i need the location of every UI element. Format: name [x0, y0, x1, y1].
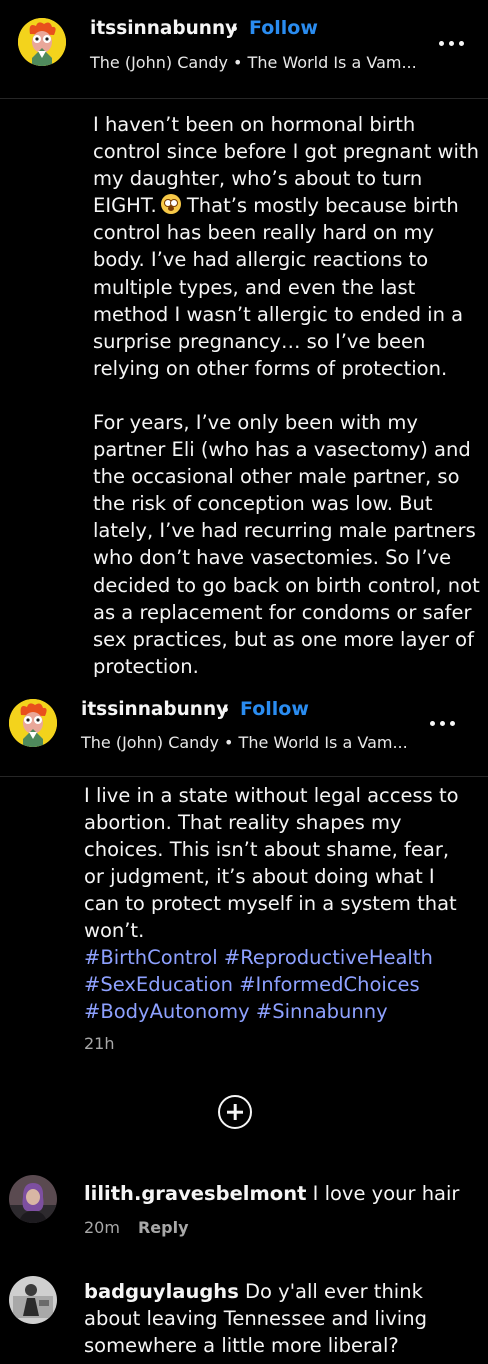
comment-text: badguylaughs Do y'all ever think about l…	[84, 1278, 479, 1359]
hashtag-link[interactable]: #ReproductiveHealth	[224, 946, 433, 969]
post-timestamp: 21h	[84, 1034, 115, 1053]
commenter-avatar[interactable]	[9, 1276, 57, 1324]
comment-text: lilith.gravesbelmont I love your hair	[84, 1180, 479, 1207]
comment-username[interactable]: badguylaughs	[84, 1280, 239, 1303]
hashtag-link[interactable]: #BodyAutonomy	[84, 1000, 250, 1023]
commenter-photo	[9, 1175, 57, 1223]
commenter-avatar[interactable]	[9, 1175, 57, 1223]
comment-username[interactable]: lilith.gravesbelmont	[84, 1182, 306, 1205]
comment-timestamp: 20m	[84, 1218, 120, 1237]
follow-button[interactable]: Follow	[240, 698, 309, 720]
caption-paragraph: I haven’t been on hormonal birth control…	[93, 113, 479, 380]
caption-paragraph: For years, I’ve only been with my partne…	[93, 410, 480, 678]
post-caption: I live in a state without legal access t…	[84, 784, 459, 943]
follow-button[interactable]: Follow	[249, 17, 318, 39]
hashtag-link[interactable]: #InformedChoices	[239, 973, 420, 996]
hashtag-link[interactable]: #SexEducation	[84, 973, 233, 996]
post-username[interactable]: itssinnabunny	[81, 699, 228, 720]
post-caption: I haven’t been on hormonal birth control…	[93, 111, 483, 680]
post-header: itssinnabunny • Follow The (John) Candy …	[0, 0, 488, 99]
reply-button[interactable]: Reply	[138, 1218, 189, 1237]
plus-circle-icon[interactable]	[218, 1095, 252, 1129]
divider	[0, 98, 488, 99]
separator-dot: •	[229, 19, 240, 40]
hashtag-link[interactable]: #Sinnabunny	[256, 1000, 388, 1023]
post-header: itssinnabunny • Follow The (John) Candy …	[0, 690, 488, 777]
commenter-photo	[9, 1276, 57, 1324]
profile-avatar[interactable]	[18, 18, 66, 66]
separator-dot: •	[220, 700, 231, 721]
audio-track-label[interactable]: The (John) Candy • The World Is a Vam...	[81, 733, 408, 752]
comment-body: I love your hair	[312, 1182, 460, 1205]
post-username[interactable]: itssinnabunny	[90, 18, 237, 39]
muppet-avatar-image	[18, 18, 66, 66]
divider	[0, 776, 488, 777]
hashtag-link[interactable]: #BirthControl	[84, 946, 218, 969]
audio-track-label[interactable]: The (John) Candy • The World Is a Vam...	[90, 53, 417, 72]
more-options-icon[interactable]	[439, 38, 469, 48]
profile-avatar[interactable]	[9, 699, 57, 747]
comment-meta: 20m Reply	[84, 1218, 189, 1237]
hashtag-list: #BirthControl #ReproductiveHealth #SexEd…	[84, 944, 474, 1025]
more-options-icon[interactable]	[430, 718, 460, 728]
muppet-avatar-image	[9, 699, 57, 747]
flushed-face-emoji-icon	[160, 194, 181, 215]
